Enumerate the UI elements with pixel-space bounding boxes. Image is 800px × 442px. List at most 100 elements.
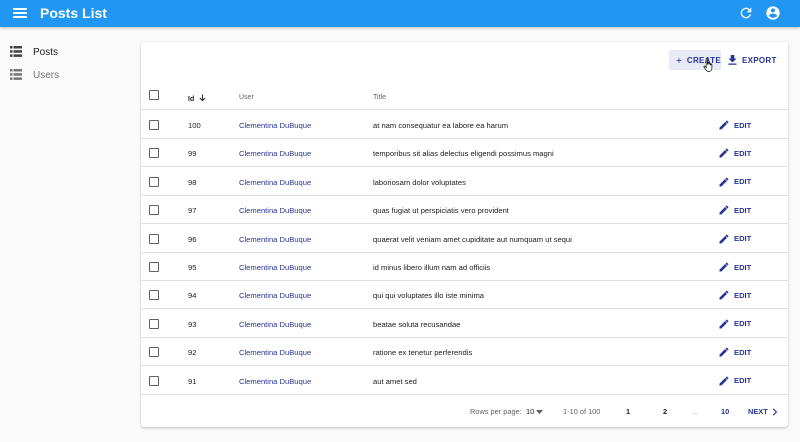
edit-button[interactable]: EDIT: [719, 203, 751, 217]
page-title: Posts List: [40, 5, 107, 21]
table-row[interactable]: 93 Clementina DuBuque beatae soluta recusa…: [141, 310, 788, 338]
download-icon: [728, 55, 737, 65]
cell-title: quaerat velit veniam amet cupiditate aut…: [373, 234, 572, 244]
pencil-icon: [719, 205, 729, 215]
edit-button[interactable]: EDIT: [719, 175, 751, 189]
cell-user-link[interactable]: Clementina DuBuque: [239, 291, 311, 300]
cell-id: 99: [188, 149, 197, 159]
pencil-icon: [719, 120, 729, 130]
hand-cursor-icon: [703, 58, 713, 72]
column-header-user[interactable]: User: [239, 94, 254, 101]
cell-title: laboriosam dolor voluptates: [373, 177, 466, 187]
cell-user-link[interactable]: Clementina DuBuque: [239, 320, 311, 329]
refresh-icon[interactable]: [738, 5, 754, 21]
row-checkbox[interactable]: [149, 120, 159, 130]
list-icon: [10, 46, 22, 57]
list-icon: [10, 69, 22, 80]
column-header-id[interactable]: Id: [188, 94, 206, 103]
table-row[interactable]: 96 Clementina DuBuque quaerat velit veniam…: [141, 225, 788, 253]
table-header: Id User Title: [141, 85, 788, 110]
cell-user-link[interactable]: Clementina DuBuque: [239, 348, 311, 357]
cell-id: 93: [188, 319, 197, 329]
pencil-icon: [719, 347, 729, 357]
pagination: Rows per page: 10 1-10 of 100 1 2 ... 10…: [141, 397, 788, 425]
page-range: 1-10 of 100: [563, 407, 601, 416]
cell-title: temporibus sit alias delectus eligendi p…: [373, 149, 554, 159]
export-button[interactable]: EXPORT: [726, 50, 782, 70]
sidebar: Posts Users: [0, 27, 135, 442]
row-checkbox[interactable]: [149, 318, 159, 329]
cell-title: at nam consequatur ea labore ea harum: [373, 121, 509, 130]
sidebar-item-posts[interactable]: Posts: [0, 41, 130, 63]
arrow-down-icon: [199, 94, 206, 102]
edit-button[interactable]: EDIT: [719, 118, 751, 132]
cell-user-link[interactable]: Clementina DuBuque: [239, 235, 311, 244]
table-row[interactable]: 99 Clementina DuBuque temporibus sit alias…: [141, 139, 788, 168]
edit-button[interactable]: EDIT: [719, 260, 751, 274]
page-1-button[interactable]: 1: [626, 407, 630, 416]
table-row[interactable]: 92 Clementina DuBuque ratione ex tenetur p…: [141, 338, 788, 367]
app-bar: Posts List: [0, 0, 800, 27]
table-row[interactable]: 91 Clementina DuBuque aut amet sed EDIT: [141, 367, 788, 395]
table-row[interactable]: 95 Clementina DuBuque id minus libero illu…: [141, 253, 788, 281]
export-button-label: EXPORT: [742, 55, 777, 65]
cell-title: aut amet sed: [373, 376, 417, 386]
row-checkbox[interactable]: [149, 290, 159, 301]
row-checkbox[interactable]: [149, 148, 159, 159]
cell-id: 95: [188, 263, 197, 272]
table-row[interactable]: 100 Clementina DuBuque at nam consequatur …: [141, 111, 788, 139]
cell-id: 92: [188, 348, 197, 358]
row-checkbox[interactable]: [149, 347, 159, 358]
select-all-checkbox[interactable]: [149, 90, 159, 100]
pencil-icon: [719, 376, 729, 386]
pencil-icon: [719, 262, 729, 272]
row-checkbox[interactable]: [149, 262, 159, 272]
sidebar-item-label: Posts: [33, 46, 59, 58]
cell-user-link[interactable]: Clementina DuBuque: [239, 377, 311, 386]
page-10-button[interactable]: 10: [721, 407, 729, 416]
page-2-button[interactable]: 2: [663, 407, 667, 416]
cell-id: 91: [188, 376, 197, 386]
row-checkbox[interactable]: [149, 375, 159, 386]
next-page-button[interactable]: NEXT: [748, 407, 778, 416]
cell-title: ratione ex tenetur perferendis: [373, 348, 473, 358]
cell-title: qui qui voluptates illo iste minima: [373, 291, 485, 301]
sidebar-item-users[interactable]: Users: [0, 64, 130, 86]
pencil-icon: [719, 319, 729, 329]
row-checkbox[interactable]: [149, 233, 159, 244]
edit-button[interactable]: EDIT: [719, 317, 751, 331]
edit-button[interactable]: EDIT: [719, 232, 751, 246]
edit-button[interactable]: EDIT: [719, 345, 751, 359]
cell-user-link[interactable]: Clementina DuBuque: [239, 149, 311, 158]
menu-icon[interactable]: [12, 6, 28, 20]
table-row[interactable]: 98 Clementina DuBuque laboriosam dolor vol…: [141, 168, 788, 196]
posts-list-card: CREATE EXPORT Id User Title 100 Clementin…: [141, 42, 788, 427]
edit-button[interactable]: EDIT: [719, 288, 751, 302]
edit-button[interactable]: EDIT: [719, 146, 751, 160]
page-ellipsis: ...: [692, 407, 699, 416]
pencil-icon: [719, 177, 729, 187]
account-circle-icon[interactable]: [765, 5, 781, 21]
cell-user-link[interactable]: Clementina DuBuque: [239, 121, 311, 130]
cell-title: id minus libero illum nam ad officiis: [373, 263, 491, 272]
pencil-icon: [719, 234, 729, 244]
rows-per-page-label: Rows per page:: [470, 407, 522, 416]
table-row[interactable]: 97 Clementina DuBuque quas fugiat ut persp…: [141, 196, 788, 225]
pencil-icon: [719, 148, 729, 158]
cell-id: 97: [188, 206, 197, 216]
row-checkbox[interactable]: [149, 205, 159, 216]
chevron-right-icon: [772, 407, 777, 416]
cell-user-link[interactable]: Clementina DuBuque: [239, 206, 311, 215]
rows-per-page-select[interactable]: 10: [526, 407, 544, 416]
edit-button[interactable]: EDIT: [719, 374, 751, 388]
dropdown-arrow-icon: [536, 409, 544, 414]
cell-id: 100: [188, 121, 201, 130]
column-header-title[interactable]: Title: [373, 94, 386, 101]
row-checkbox[interactable]: [149, 176, 159, 187]
sidebar-item-label: Users: [33, 69, 60, 81]
cell-id: 94: [188, 291, 197, 301]
cell-user-link[interactable]: Clementina DuBuque: [239, 263, 311, 272]
cell-id: 96: [188, 234, 197, 244]
cell-user-link[interactable]: Clementina DuBuque: [239, 178, 311, 187]
table-row[interactable]: 94 Clementina DuBuque qui qui voluptates i…: [141, 281, 788, 310]
